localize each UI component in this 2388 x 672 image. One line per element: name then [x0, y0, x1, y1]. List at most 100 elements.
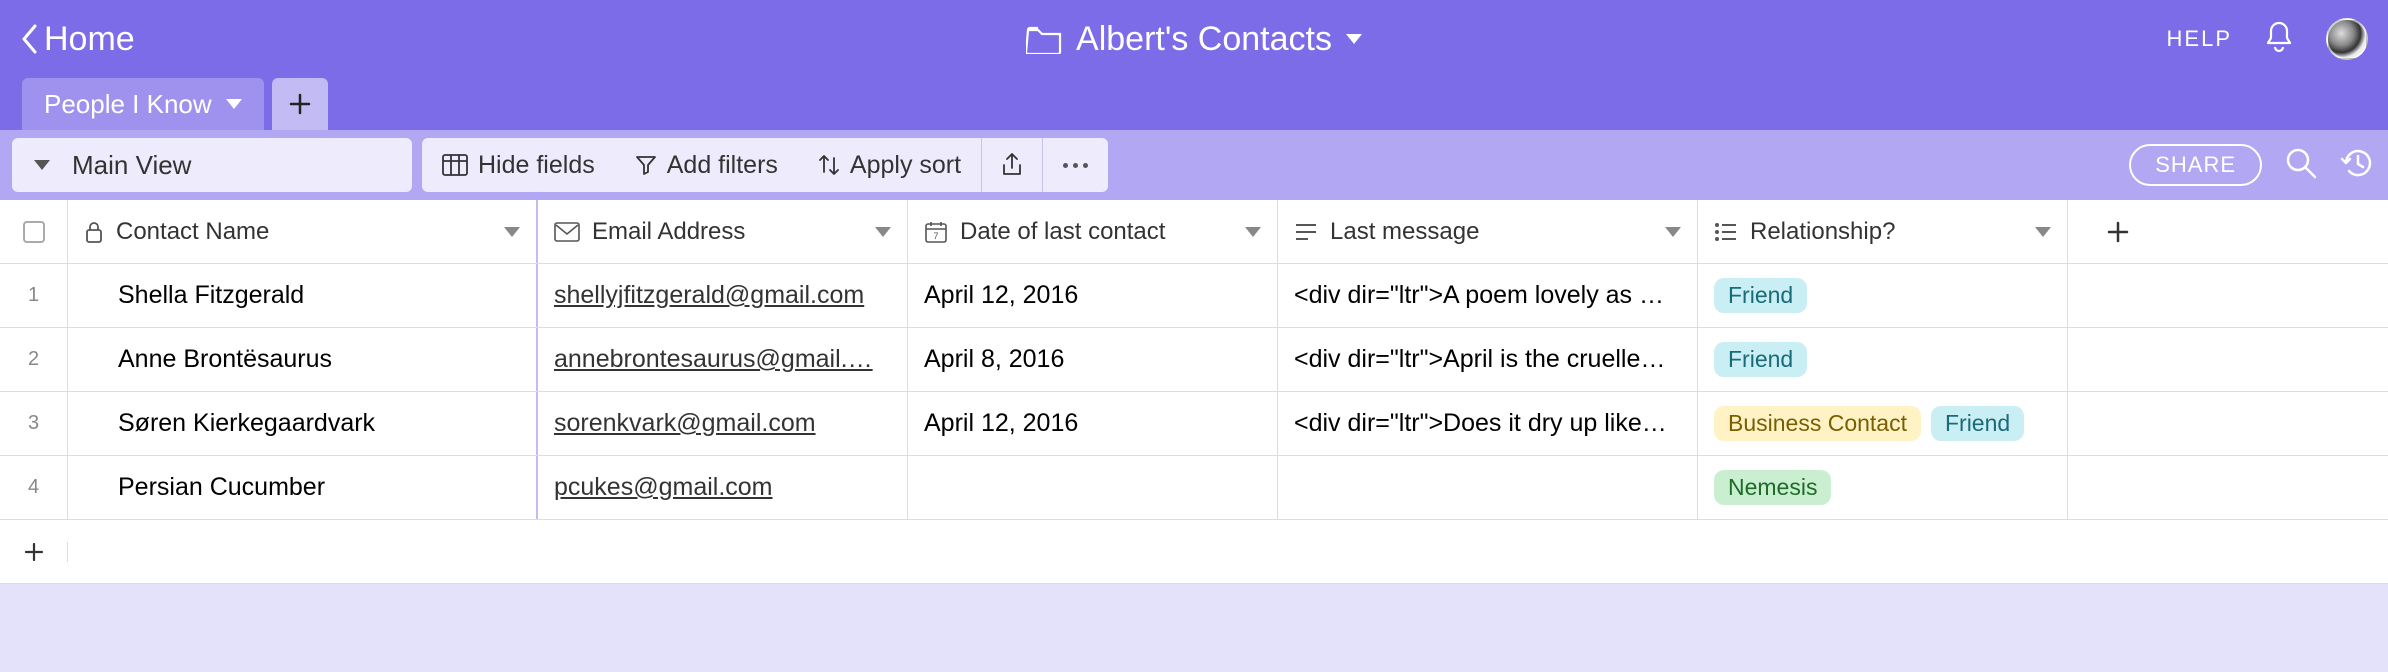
- tab-people-i-know[interactable]: People I Know: [22, 78, 264, 130]
- relationship-tag: Friend: [1931, 406, 2024, 441]
- chevron-down-icon[interactable]: [2035, 227, 2051, 237]
- help-button[interactable]: HELP: [2167, 26, 2232, 52]
- cell-email[interactable]: annebrontesaurus@gmail.…: [538, 328, 908, 391]
- base-title: Albert's Contacts: [1076, 20, 1332, 59]
- plus-icon: [2107, 221, 2129, 243]
- column-label: Relationship?: [1750, 218, 1895, 246]
- cell-relationship[interactable]: Business Contact Friend: [1698, 392, 2068, 455]
- plus-icon: [24, 542, 44, 562]
- column-label: Contact Name: [116, 218, 269, 246]
- table-tabs: People I Know: [0, 78, 2388, 130]
- cell-date[interactable]: April 12, 2016: [908, 264, 1278, 327]
- sort-icon: [818, 153, 840, 177]
- relationship-tag: Nemesis: [1714, 470, 1831, 505]
- row-number-cell[interactable]: 3: [0, 392, 68, 455]
- chevron-down-icon[interactable]: [226, 99, 242, 109]
- select-all-cell[interactable]: [0, 200, 68, 263]
- notifications-button[interactable]: [2262, 19, 2296, 60]
- row-number: 2: [28, 348, 39, 371]
- email-value: annebrontesaurus@gmail.…: [554, 345, 873, 374]
- column-header-relationship[interactable]: Relationship?: [1698, 200, 2068, 263]
- share-icon: [1000, 152, 1024, 178]
- cell-contact-name[interactable]: Persian Cucumber: [68, 456, 538, 519]
- view-switcher[interactable]: Main View: [12, 138, 412, 192]
- chevron-down-icon[interactable]: [1665, 227, 1681, 237]
- column-header-date[interactable]: 7 Date of last contact: [908, 200, 1278, 263]
- base-title-dropdown[interactable]: Albert's Contacts: [1026, 20, 1362, 59]
- data-grid: Contact Name Email Address 7 Date of las…: [0, 200, 2388, 584]
- table-row: 1 Shella Fitzgerald shellyjfitzgerald@gmai…: [0, 264, 2388, 328]
- history-icon: [2340, 146, 2376, 180]
- column-header-name[interactable]: Contact Name: [68, 200, 538, 263]
- cell-email[interactable]: pcukes@gmail.com: [538, 456, 908, 519]
- more-options-button[interactable]: [1043, 138, 1108, 192]
- view-toolbar: Main View Hide fields Add filters Apply …: [0, 130, 2388, 200]
- app-header: Home Albert's Contacts HELP: [0, 0, 2388, 78]
- filter-icon: [635, 154, 657, 176]
- cell-relationship[interactable]: Nemesis: [1698, 456, 2068, 519]
- cell-date[interactable]: April 12, 2016: [908, 392, 1278, 455]
- chevron-left-icon: [20, 24, 40, 54]
- column-header-message[interactable]: Last message: [1278, 200, 1698, 263]
- chevron-down-icon[interactable]: [875, 227, 891, 237]
- envelope-icon: [554, 222, 580, 242]
- add-row-button[interactable]: [0, 542, 68, 562]
- cell-date[interactable]: [908, 456, 1278, 519]
- column-label: Email Address: [592, 218, 745, 246]
- relationship-tag: Business Contact: [1714, 406, 1921, 441]
- cell-message[interactable]: <div dir="ltr">A poem lovely as …: [1278, 264, 1698, 327]
- folder-icon: [1026, 24, 1062, 54]
- share-menu-button[interactable]: [982, 138, 1042, 192]
- grid-footer-area: [0, 584, 2388, 672]
- row-number-cell[interactable]: 1: [0, 264, 68, 327]
- hide-fields-button[interactable]: Hide fields: [422, 138, 615, 192]
- cell-message[interactable]: [1278, 456, 1698, 519]
- history-button[interactable]: [2340, 146, 2376, 185]
- avatar[interactable]: [2326, 18, 2368, 60]
- column-label: Last message: [1330, 218, 1479, 246]
- cell-contact-name[interactable]: Anne Brontësaurus: [68, 328, 538, 391]
- plus-icon: [289, 93, 311, 115]
- add-filters-label: Add filters: [667, 151, 778, 180]
- date-value: April 12, 2016: [924, 281, 1078, 310]
- cell-contact-name[interactable]: Shella Fitzgerald: [68, 264, 538, 327]
- cell-relationship[interactable]: Friend: [1698, 264, 2068, 327]
- email-value: pcukes@gmail.com: [554, 473, 773, 502]
- search-button[interactable]: [2284, 146, 2318, 185]
- chevron-down-icon[interactable]: [1245, 227, 1261, 237]
- cell-contact-name[interactable]: Søren Kierkegaardvark: [68, 392, 538, 455]
- contact-name-value: Shella Fitzgerald: [118, 281, 304, 310]
- column-header-email[interactable]: Email Address: [538, 200, 908, 263]
- chevron-down-icon: [34, 160, 50, 170]
- cell-relationship[interactable]: Friend: [1698, 328, 2068, 391]
- back-home-button[interactable]: Home: [20, 20, 135, 59]
- home-label: Home: [44, 20, 135, 59]
- cell-email[interactable]: shellyjfitzgerald@gmail.com: [538, 264, 908, 327]
- add-column-button[interactable]: [2068, 200, 2168, 263]
- row-number-cell[interactable]: 2: [0, 328, 68, 391]
- cell-message[interactable]: <div dir="ltr">Does it dry up like…: [1278, 392, 1698, 455]
- columns-icon: [442, 154, 468, 176]
- contact-name-value: Søren Kierkegaardvark: [118, 409, 375, 438]
- add-filters-button[interactable]: Add filters: [615, 138, 798, 192]
- add-table-button[interactable]: [272, 78, 328, 130]
- email-value: sorenkvark@gmail.com: [554, 409, 816, 438]
- cell-message[interactable]: <div dir="ltr">April is the cruelle…: [1278, 328, 1698, 391]
- dots-icon: [1063, 163, 1088, 168]
- email-value: shellyjfitzgerald@gmail.com: [554, 281, 864, 310]
- table-row: 4 Persian Cucumber pcukes@gmail.com Nemesis: [0, 456, 2388, 520]
- contact-name-value: Persian Cucumber: [118, 473, 325, 502]
- chevron-down-icon: [1346, 34, 1362, 44]
- cell-date[interactable]: April 8, 2016: [908, 328, 1278, 391]
- apply-sort-button[interactable]: Apply sort: [798, 138, 981, 192]
- chevron-down-icon[interactable]: [504, 227, 520, 237]
- hide-fields-label: Hide fields: [478, 151, 595, 180]
- table-row: 3 Søren Kierkegaardvark sorenkvark@gmail.c…: [0, 392, 2388, 456]
- share-button[interactable]: SHARE: [2129, 144, 2262, 186]
- row-number-cell[interactable]: 4: [0, 456, 68, 519]
- cell-email[interactable]: sorenkvark@gmail.com: [538, 392, 908, 455]
- grid-body: 1 Shella Fitzgerald shellyjfitzgerald@gmai…: [0, 264, 2388, 520]
- checkbox-icon: [23, 221, 45, 243]
- message-value: <div dir="ltr">Does it dry up like…: [1294, 409, 1667, 438]
- message-value: <div dir="ltr">A poem lovely as …: [1294, 281, 1664, 310]
